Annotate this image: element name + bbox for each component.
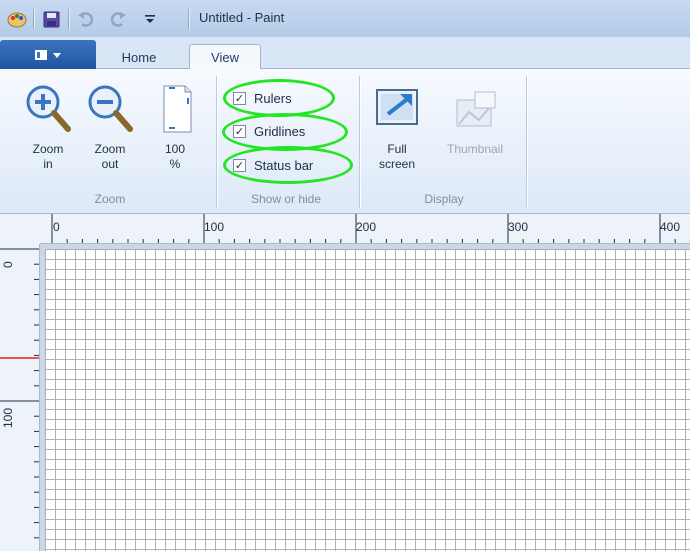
show-hide-group-label: Show or hide <box>250 192 322 206</box>
zoom-in-button[interactable]: Zoom in <box>20 82 76 172</box>
status-bar-checkbox[interactable]: ✓ Status bar <box>233 156 313 174</box>
paint-menu-button[interactable] <box>0 40 96 69</box>
rulers-label: Rulers <box>254 90 292 106</box>
group-separator <box>526 76 527 208</box>
toolbar-separator <box>33 9 34 29</box>
rulers-check-box[interactable]: ✓ <box>233 91 246 105</box>
paint-app-icon[interactable] <box>6 9 28 29</box>
gridlines-checkbox[interactable]: ✓ Gridlines <box>233 122 305 140</box>
vruler-label-0: 0 <box>1 261 15 268</box>
menu-icon <box>35 49 61 60</box>
thumbnail-button[interactable]: Thumbnail <box>432 84 518 157</box>
zoom-in-icon <box>26 85 71 132</box>
ruler-label-300: 300 <box>508 220 529 234</box>
rulers-checkbox[interactable]: ✓ Rulers <box>233 89 292 107</box>
customize-toolbar-icon[interactable] <box>140 9 160 29</box>
zoom-in-label: Zoom in <box>32 142 64 171</box>
thumbnail-icon <box>456 91 496 127</box>
zoom-group-label: Zoom <box>94 192 126 206</box>
horizontal-ruler: 0 100 200 300 400 <box>40 214 690 244</box>
zoom-out-icon <box>88 85 133 132</box>
redo-icon[interactable] <box>107 9 129 29</box>
full-screen-button[interactable]: Full screen <box>372 84 422 172</box>
undo-icon[interactable] <box>75 9 97 29</box>
vertical-ruler-ticks <box>0 248 39 539</box>
status-bar-label: Status bar <box>254 157 314 173</box>
tab-home[interactable]: Home <box>102 44 176 70</box>
zoom-out-label: Zoom out <box>94 142 126 171</box>
group-separator <box>359 76 360 208</box>
full-screen-icon <box>376 89 418 125</box>
ruler-label-200: 200 <box>356 220 377 234</box>
ruler-label-100: 100 <box>204 220 225 234</box>
drawing-canvas[interactable] <box>45 249 690 551</box>
toolbar-separator <box>188 9 189 29</box>
tab-view[interactable]: View <box>189 44 261 70</box>
save-icon[interactable] <box>40 9 62 29</box>
gridlines-label: Gridlines <box>254 123 306 139</box>
ruler-label-0: 0 <box>53 220 60 234</box>
full-screen-label: Full screen <box>378 142 416 171</box>
thumbnail-label: Thumbnail <box>446 142 504 156</box>
actual-size-icon <box>163 85 192 133</box>
ruler-corner <box>0 214 40 244</box>
vruler-label-100: 100 <box>1 407 15 428</box>
toolbar-separator <box>68 9 69 29</box>
group-separator <box>216 76 217 208</box>
zoom-100-label: 100 % <box>164 142 186 171</box>
status-bar-check-box[interactable]: ✓ <box>233 158 246 172</box>
gridlines-check-box[interactable]: ✓ <box>233 124 246 138</box>
window-title: Untitled - Paint <box>199 10 285 25</box>
vertical-ruler: 0 100 <box>0 244 40 551</box>
ruler-label-400: 400 <box>660 220 681 234</box>
zoom-out-button[interactable]: Zoom out <box>82 82 138 172</box>
title-bar <box>0 0 690 37</box>
zoom-100-button[interactable]: 100 % <box>150 82 200 172</box>
display-group-label: Display <box>424 192 464 206</box>
